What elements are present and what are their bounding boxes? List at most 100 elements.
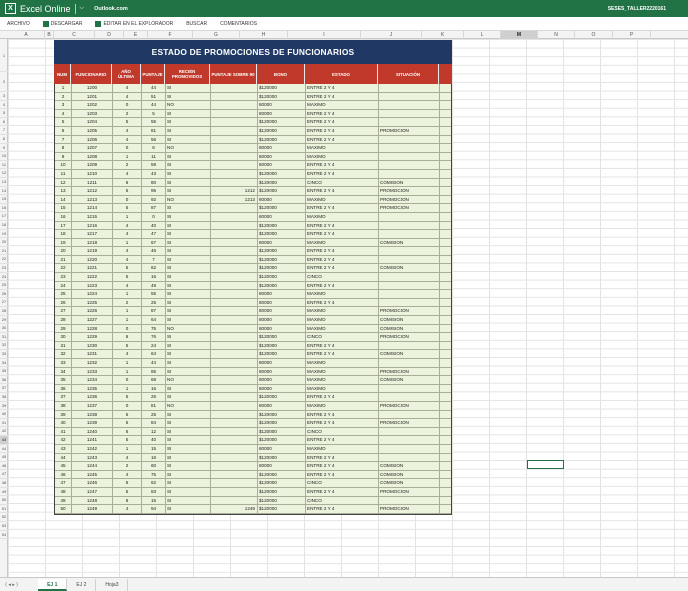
table-cell[interactable]: SI xyxy=(166,393,211,401)
table-cell[interactable] xyxy=(211,470,258,479)
table-cell[interactable] xyxy=(211,444,258,453)
table-cell[interactable]: $120000 xyxy=(258,187,306,195)
table-cell[interactable]: 5 xyxy=(113,264,142,273)
table-cell[interactable]: ENTRE 2 Y 4 xyxy=(306,298,379,307)
table-cell[interactable]: 64 xyxy=(142,316,166,324)
table-cell[interactable] xyxy=(211,169,258,178)
column-header-g[interactable]: G xyxy=(193,31,240,39)
table-cell[interactable]: 39 xyxy=(55,410,72,419)
table-cell[interactable]: 51 xyxy=(142,92,166,101)
column-header-n[interactable]: N xyxy=(538,31,575,39)
table-cell[interactable]: $120000 xyxy=(258,247,306,255)
table-cell[interactable]: $120000 xyxy=(258,470,306,479)
table-cell[interactable]: 0 xyxy=(113,324,142,333)
table-cell[interactable]: 80000 xyxy=(258,462,306,470)
table-cell[interactable]: 24 xyxy=(142,341,166,350)
table-cell[interactable] xyxy=(211,298,258,307)
table-cell[interactable]: 33 xyxy=(55,359,72,367)
table-cell[interactable]: ENTRE 2 Y 4 xyxy=(306,462,379,470)
table-cell[interactable]: $120000 xyxy=(258,505,306,513)
table-cell[interactable]: 42 xyxy=(55,436,72,444)
table-cell[interactable]: SI xyxy=(166,247,211,255)
table-cell[interactable]: 80000 xyxy=(258,161,306,169)
column-header-d[interactable]: D xyxy=(95,31,124,39)
table-cell[interactable]: 1211 xyxy=(72,178,113,187)
column-header-p[interactable]: P xyxy=(613,31,651,39)
outlook-link[interactable]: Outlook.com xyxy=(94,6,128,12)
table-cell[interactable] xyxy=(379,221,440,230)
table-cell[interactable]: SI xyxy=(166,161,211,169)
table-cell[interactable] xyxy=(211,453,258,462)
table-cell[interactable]: $120000 xyxy=(258,118,306,126)
table-cell[interactable]: MAXIMO xyxy=(306,152,379,161)
table-cell[interactable]: 1235 xyxy=(72,384,113,393)
table-cell[interactable]: 0 xyxy=(142,212,166,221)
table-cell[interactable]: 35 xyxy=(55,376,72,384)
table-cell[interactable]: SI xyxy=(166,316,211,324)
table-cell[interactable]: COMISION xyxy=(379,324,440,333)
column-header-l[interactable]: L xyxy=(464,31,501,39)
row-header-5[interactable]: 5 xyxy=(0,109,8,118)
table-cell[interactable]: ENTRE 2 Y 4 xyxy=(306,230,379,238)
table-cell[interactable]: 1213 xyxy=(211,195,258,204)
table-cell[interactable]: 75 xyxy=(142,470,166,479)
table-cell[interactable] xyxy=(379,453,440,462)
row-header-18[interactable]: 18 xyxy=(0,221,8,230)
table-cell[interactable]: 16 xyxy=(55,212,72,221)
table-cell[interactable]: 1213 xyxy=(72,195,113,204)
tab-hoja3[interactable]: Hoja3 xyxy=(96,578,129,591)
table-cell[interactable] xyxy=(211,487,258,496)
table-cell[interactable]: CINCO xyxy=(306,479,379,487)
table-cell[interactable]: 4 xyxy=(113,221,142,230)
table-cell[interactable]: 15 xyxy=(55,204,72,212)
table-cell[interactable]: ENTRE 2 Y 4 xyxy=(306,281,379,290)
table-cell[interactable]: 11 xyxy=(55,169,72,178)
table-cell[interactable]: ENTRE 2 Y 4 xyxy=(306,436,379,444)
table-cell[interactable]: SI xyxy=(166,109,211,118)
table-cell[interactable]: 50 xyxy=(55,505,72,513)
table-cell[interactable]: 56 xyxy=(142,135,166,144)
table-cell[interactable] xyxy=(379,298,440,307)
table-cell[interactable]: 95 xyxy=(142,187,166,195)
table-cell[interactable]: 62 xyxy=(142,479,166,487)
table-cell[interactable]: 1230 xyxy=(72,341,113,350)
row-header-28[interactable]: 28 xyxy=(0,307,8,316)
table-cell[interactable]: 80000 xyxy=(258,444,306,453)
table-cell[interactable]: ENTRE 2 Y 4 xyxy=(306,169,379,178)
table-cell[interactable]: PROMOCION xyxy=(379,307,440,316)
table-cell[interactable]: 6 xyxy=(113,496,142,505)
table-cell[interactable]: PROMOCION xyxy=(379,505,440,513)
table-cell[interactable]: 5 xyxy=(113,273,142,281)
table-cell[interactable] xyxy=(211,384,258,393)
table-cell[interactable]: SI xyxy=(166,264,211,273)
table-cell[interactable] xyxy=(211,161,258,169)
row-header-33[interactable]: 33 xyxy=(0,350,8,359)
table-cell[interactable]: 80000 xyxy=(258,212,306,221)
table-cell[interactable]: 1229 xyxy=(72,333,113,341)
table-cell[interactable]: $120000 xyxy=(258,427,306,436)
table-cell[interactable]: 59 xyxy=(142,161,166,169)
file-name[interactable]: SESES_TALLER2220161 xyxy=(608,6,666,12)
nav-left-icon[interactable]: ⟨ ◂ ▸ ⟩ xyxy=(5,582,18,588)
table-cell[interactable]: ENTRE 2 Y 4 xyxy=(306,255,379,264)
table-cell[interactable]: 76 xyxy=(142,333,166,341)
table-cell[interactable]: 1233 xyxy=(72,367,113,376)
table-cell[interactable]: 0 xyxy=(113,401,142,410)
table-cell[interactable] xyxy=(211,436,258,444)
table-cell[interactable]: 62 xyxy=(142,264,166,273)
table-cell[interactable]: 80 xyxy=(142,178,166,187)
column-header-o[interactable]: O xyxy=(575,31,613,39)
table-cell[interactable]: 14 xyxy=(55,195,72,204)
table-cell[interactable]: $120000 xyxy=(258,178,306,187)
table-cell[interactable]: 4 xyxy=(113,255,142,264)
table-cell[interactable] xyxy=(211,212,258,221)
table-cell[interactable]: 11 xyxy=(142,152,166,161)
table-cell[interactable]: 94 xyxy=(142,505,166,513)
table-cell[interactable]: 1201 xyxy=(72,92,113,101)
table-cell[interactable]: 5 xyxy=(113,410,142,419)
table-cell[interactable]: 1206 xyxy=(72,135,113,144)
table-cell[interactable]: 6 xyxy=(113,178,142,187)
table-cell[interactable]: 1239 xyxy=(72,419,113,427)
table-cell[interactable] xyxy=(379,92,440,101)
table-cell[interactable]: 1202 xyxy=(72,101,113,109)
